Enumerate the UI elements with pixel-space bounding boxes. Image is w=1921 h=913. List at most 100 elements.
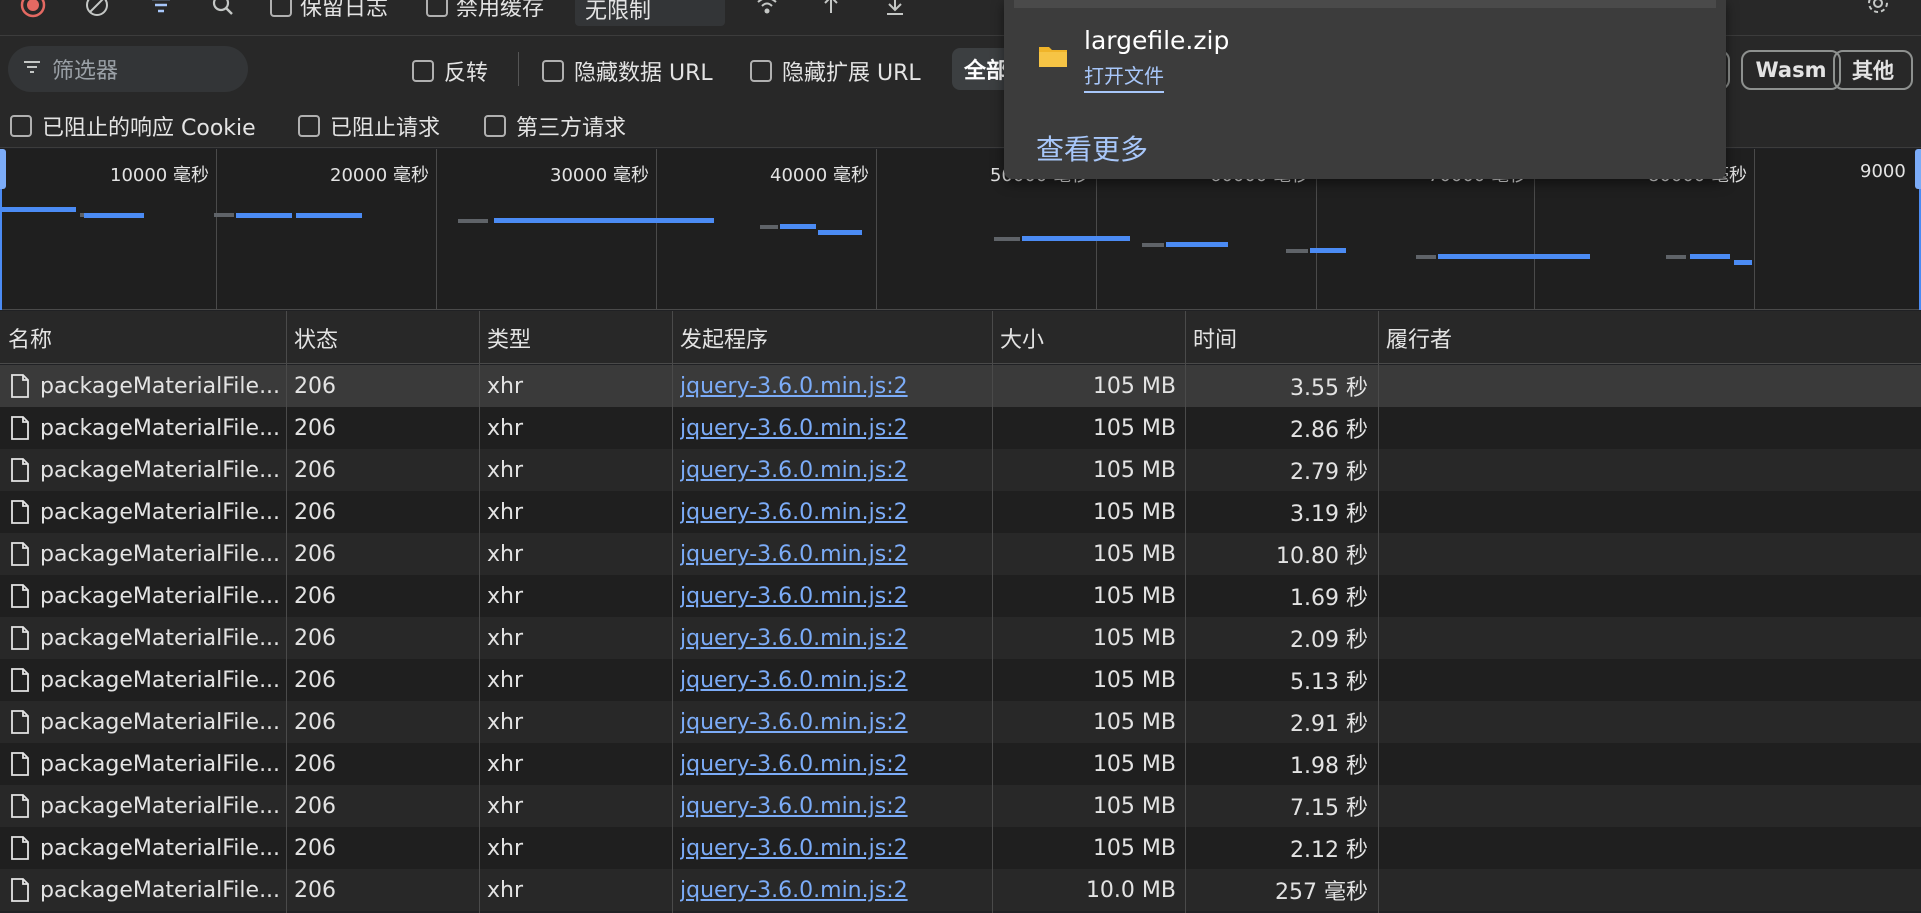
disable-cache-checkbox[interactable]: 禁用缓存 <box>426 0 544 22</box>
cell-name: packageMaterialFile... <box>0 449 284 491</box>
initiator-link[interactable]: jquery-3.6.0.min.js:2 <box>680 365 990 407</box>
cell-name: packageMaterialFile... <box>0 365 284 407</box>
invert-checkbox[interactable]: 反转 <box>412 55 488 87</box>
table-row[interactable]: packageMaterialFile... 206 xhr jquery-3.6.0… <box>0 827 1921 869</box>
search-icon[interactable] <box>208 0 238 18</box>
divider <box>518 52 519 86</box>
column-header-type[interactable]: 类型 <box>479 311 669 364</box>
table-row[interactable]: packageMaterialFile... 206 xhr jquery-3.6.0… <box>0 491 1921 533</box>
request-name: packageMaterialFile... <box>40 541 281 567</box>
type-filter-other[interactable]: 其他 <box>1833 50 1913 90</box>
document-icon <box>11 542 29 566</box>
table-row[interactable]: packageMaterialFile... 206 xhr jquery-3.6.0… <box>0 449 1921 491</box>
disable-cache-box[interactable] <box>426 0 448 17</box>
blocked-requests-box[interactable] <box>298 115 320 137</box>
table-row[interactable]: packageMaterialFile... 206 xhr jquery-3.6.0… <box>0 575 1921 617</box>
overview-right-handle[interactable] <box>1915 149 1921 189</box>
cell-time: 2.79 秒 <box>1290 460 1368 485</box>
column-header-status[interactable]: 状态 <box>286 311 476 364</box>
devtools-network-panel: 保留日志 禁用缓存 无限制 筛选器 反转 隐藏数据 URL 隐藏扩展 URL 全… <box>0 0 1921 913</box>
blocked-requests-checkbox[interactable]: 已阻止请求 <box>298 110 440 142</box>
preserve-log-label: 保留日志 <box>300 0 389 21</box>
settings-icon[interactable] <box>1865 0 1891 23</box>
column-divider[interactable] <box>1185 311 1186 913</box>
hide-data-urls-checkbox[interactable]: 隐藏数据 URL <box>542 55 713 87</box>
column-header-time[interactable]: 时间 <box>1185 311 1377 364</box>
column-divider[interactable] <box>992 311 993 913</box>
cell-name: packageMaterialFile... <box>0 869 284 911</box>
table-row[interactable]: packageMaterialFile... 206 xhr jquery-3.6.0… <box>0 869 1921 911</box>
initiator-link[interactable]: jquery-3.6.0.min.js:2 <box>680 407 990 449</box>
table-row[interactable]: packageMaterialFile... 206 xhr jquery-3.6.0… <box>0 743 1921 785</box>
initiator-link[interactable]: jquery-3.6.0.min.js:2 <box>680 617 990 659</box>
cell-type: xhr <box>487 541 524 567</box>
initiator-link[interactable]: jquery-3.6.0.min.js:2 <box>680 701 990 743</box>
cell-size: 105 MB <box>1092 583 1176 609</box>
hide-extension-urls-checkbox[interactable]: 隐藏扩展 URL <box>750 55 921 87</box>
cell-status: 206 <box>294 415 336 441</box>
request-name: packageMaterialFile... <box>40 793 281 819</box>
filter-icon[interactable] <box>146 0 176 18</box>
type-filter-all[interactable]: 全部 <box>952 48 1012 90</box>
blocked-requests-label: 已阻止请求 <box>330 116 441 141</box>
see-more-link[interactable]: 查看更多 <box>1036 128 1148 168</box>
column-header-name[interactable]: 名称 <box>0 311 284 364</box>
initiator-link[interactable]: jquery-3.6.0.min.js:2 <box>680 575 990 617</box>
preserve-log-checkbox[interactable]: 保留日志 <box>270 0 388 22</box>
type-filter-wasm[interactable]: Wasm <box>1741 50 1841 90</box>
cell-type: xhr <box>487 751 524 777</box>
initiator-link[interactable]: jquery-3.6.0.min.js:2 <box>680 743 990 785</box>
blocked-cookies-checkbox[interactable]: 已阻止的响应 Cookie <box>10 110 256 142</box>
hide-data-urls-box[interactable] <box>542 60 564 82</box>
table-row[interactable]: packageMaterialFile... 206 xhr jquery-3.6.0… <box>0 785 1921 827</box>
clear-icon[interactable] <box>82 0 112 18</box>
hide-extension-urls-box[interactable] <box>750 60 772 82</box>
upload-icon[interactable] <box>816 0 846 18</box>
table-row[interactable]: packageMaterialFile... 206 xhr jquery-3.6.0… <box>0 701 1921 743</box>
cell-status: 206 <box>294 499 336 525</box>
type-filter-all-label: 全部 <box>964 59 1009 84</box>
column-header-fulfilled-by[interactable]: 履行者 <box>1378 311 1778 364</box>
initiator-link[interactable]: jquery-3.6.0.min.js:2 <box>680 869 990 911</box>
third-party-box[interactable] <box>484 115 506 137</box>
overview-tick-label: 9000 <box>1860 161 1906 182</box>
blocked-cookies-box[interactable] <box>10 115 32 137</box>
table-row[interactable]: packageMaterialFile... 206 xhr jquery-3.6.0… <box>0 617 1921 659</box>
column-divider[interactable] <box>672 311 673 913</box>
initiator-link[interactable]: jquery-3.6.0.min.js:2 <box>680 491 990 533</box>
overview-left-handle[interactable] <box>0 149 6 189</box>
table-row[interactable]: packageMaterialFile... 206 xhr jquery-3.6.0… <box>0 407 1921 449</box>
cell-status: 206 <box>294 667 336 693</box>
overview-tick-label: 30000 毫秒 <box>550 165 649 186</box>
cell-time: 3.19 秒 <box>1290 502 1368 527</box>
column-header-size[interactable]: 大小 <box>992 311 1184 364</box>
column-divider[interactable] <box>479 311 480 913</box>
preserve-log-box[interactable] <box>270 0 292 17</box>
cell-name: packageMaterialFile... <box>0 533 284 575</box>
filter-icon <box>22 57 42 82</box>
table-row[interactable]: packageMaterialFile... 206 xhr jquery-3.6.0… <box>0 533 1921 575</box>
initiator-link[interactable]: jquery-3.6.0.min.js:2 <box>680 785 990 827</box>
filter-input[interactable]: 筛选器 <box>8 46 248 92</box>
initiator-link[interactable]: jquery-3.6.0.min.js:2 <box>680 449 990 491</box>
throttling-select[interactable]: 无限制 <box>575 0 725 26</box>
hide-data-urls-label: 隐藏数据 URL <box>574 61 713 86</box>
open-file-link[interactable]: 打开文件 <box>1084 60 1164 93</box>
download-icon[interactable] <box>880 0 910 18</box>
table-row[interactable]: packageMaterialFile... 206 xhr jquery-3.6.0… <box>0 365 1921 407</box>
invert-box[interactable] <box>412 60 434 82</box>
overview-wait-bar <box>1286 249 1308 253</box>
record-stop-icon[interactable] <box>18 0 48 18</box>
third-party-checkbox[interactable]: 第三方请求 <box>484 110 626 142</box>
network-conditions-icon[interactable] <box>752 0 782 18</box>
column-header-initiator[interactable]: 发起程序 <box>672 311 990 364</box>
document-icon <box>11 878 29 902</box>
document-icon <box>11 626 29 650</box>
column-divider[interactable] <box>286 311 287 913</box>
initiator-link[interactable]: jquery-3.6.0.min.js:2 <box>680 659 990 701</box>
initiator-link[interactable]: jquery-3.6.0.min.js:2 <box>680 533 990 575</box>
table-row[interactable]: packageMaterialFile... 206 xhr jquery-3.6.0… <box>0 659 1921 701</box>
initiator-link[interactable]: jquery-3.6.0.min.js:2 <box>680 827 990 869</box>
column-divider[interactable] <box>1378 311 1379 913</box>
cell-type: xhr <box>487 793 524 819</box>
